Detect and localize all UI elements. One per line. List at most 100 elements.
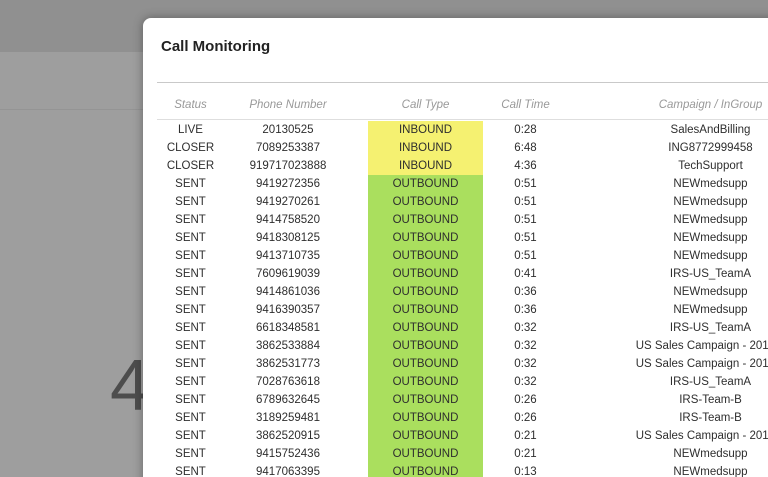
call-time-cell: 0:26 [514, 412, 537, 424]
call-time-cell: 0:32 [514, 358, 537, 370]
phone-number-cell: 3862531773 [256, 358, 320, 370]
table-row[interactable]: SENT 9419270261 OUTBOUND 0:51 NEWmedsupp [143, 193, 768, 211]
call-type-cell: OUTBOUND [368, 427, 483, 445]
column-header-call-type: Call Type [401, 99, 450, 111]
table-header-row: Status Phone Number Call Type Call Time … [143, 97, 768, 113]
modal-title: Call Monitoring [161, 38, 271, 55]
campaign-cell: US Sales Campaign - 2014-0 [635, 358, 768, 370]
table-row[interactable]: SENT 3189259481 OUTBOUND 0:26 IRS-Team-B [143, 409, 768, 427]
call-type-cell: OUTBOUND [368, 355, 483, 373]
status-cell: SENT [175, 304, 206, 316]
column-header-status: Status [174, 99, 207, 111]
call-type-cell: OUTBOUND [368, 337, 483, 355]
spacer-cell [568, 319, 588, 337]
title-divider [157, 82, 768, 83]
header-divider [157, 119, 768, 120]
table-row[interactable]: SENT 6618348581 OUTBOUND 0:32 IRS-US_TeamA [143, 319, 768, 337]
call-type-cell: OUTBOUND [368, 391, 483, 409]
table-rows: LIVE 20130525 INBOUND 0:28 SalesAndBilling CL… [143, 121, 768, 477]
table-row[interactable]: CLOSER 919717023888 INBOUND 4:36 TechSupport [143, 157, 768, 175]
spacer-cell [568, 265, 588, 283]
call-type-cell: OUTBOUND [368, 211, 483, 229]
call-monitoring-modal: Call Monitoring Status Phone Number Call… [143, 18, 768, 477]
spacer-cell [568, 463, 588, 477]
spacer-cell [338, 229, 368, 247]
campaign-cell: NEWmedsupp [673, 448, 748, 460]
spacer-cell [338, 301, 368, 319]
spacer-cell [568, 391, 588, 409]
campaign-cell: IRS-US_TeamA [669, 268, 752, 280]
status-cell: SENT [175, 232, 206, 244]
spacer-cell [338, 193, 368, 211]
call-type-cell: OUTBOUND [368, 193, 483, 211]
phone-number-cell: 9419272356 [256, 178, 320, 190]
spacer-cell [568, 193, 588, 211]
table-row[interactable]: SENT 9415752436 OUTBOUND 0:21 NEWmedsupp [143, 445, 768, 463]
table-row[interactable]: LIVE 20130525 INBOUND 0:28 SalesAndBilling [143, 121, 768, 139]
call-type-cell: OUTBOUND [368, 463, 483, 477]
column-header-phone-number: Phone Number [249, 99, 327, 111]
table-row[interactable]: SENT 9414861036 OUTBOUND 0:36 NEWmedsupp [143, 283, 768, 301]
campaign-cell: US Sales Campaign - 2014-0 [635, 430, 768, 442]
spacer-cell [568, 355, 588, 373]
call-type-cell: OUTBOUND [368, 229, 483, 247]
spacer-cell [338, 211, 368, 229]
spacer-cell [338, 265, 368, 283]
spacer-cell [338, 373, 368, 391]
call-time-cell: 0:51 [514, 250, 537, 262]
call-time-cell: 0:36 [514, 304, 537, 316]
table-row[interactable]: SENT 6789632645 OUTBOUND 0:26 IRS-Team-B [143, 391, 768, 409]
status-cell: SENT [175, 358, 206, 370]
phone-number-cell: 6618348581 [256, 322, 320, 334]
call-type-cell: OUTBOUND [368, 247, 483, 265]
status-cell: SENT [175, 430, 206, 442]
table-row[interactable]: SENT 3862531773 OUTBOUND 0:32 US Sales Campa… [143, 355, 768, 373]
table-row[interactable]: SENT 9416390357 OUTBOUND 0:36 NEWmedsupp [143, 301, 768, 319]
spacer-cell [568, 121, 588, 139]
campaign-cell: NEWmedsupp [673, 214, 748, 226]
table-row[interactable]: SENT 9413710735 OUTBOUND 0:51 NEWmedsupp [143, 247, 768, 265]
call-type-cell: OUTBOUND [368, 301, 483, 319]
table-row[interactable]: CLOSER 7089253387 INBOUND 6:48 ING8772999458 [143, 139, 768, 157]
phone-number-cell: 3862533884 [256, 340, 320, 352]
call-time-cell: 6:48 [514, 142, 537, 154]
table-row[interactable]: SENT 7028763618 OUTBOUND 0:32 IRS-US_TeamA [143, 373, 768, 391]
table-row[interactable]: SENT 7609619039 OUTBOUND 0:41 IRS-US_TeamA [143, 265, 768, 283]
status-cell: SENT [175, 448, 206, 460]
status-cell: SENT [175, 250, 206, 262]
table-row[interactable]: SENT 3862520915 OUTBOUND 0:21 US Sales Campa… [143, 427, 768, 445]
campaign-cell: NEWmedsupp [673, 466, 748, 477]
table-row[interactable]: SENT 9418308125 OUTBOUND 0:51 NEWmedsupp [143, 229, 768, 247]
campaign-cell: NEWmedsupp [673, 250, 748, 262]
status-cell: SENT [175, 322, 206, 334]
call-time-cell: 0:41 [514, 268, 537, 280]
spacer-cell [338, 463, 368, 477]
spacer-cell [338, 391, 368, 409]
phone-number-cell: 9415752436 [256, 448, 320, 460]
spacer-cell [338, 157, 368, 175]
table-row[interactable]: SENT 3862533884 OUTBOUND 0:32 US Sales Campa… [143, 337, 768, 355]
call-time-cell: 0:21 [514, 448, 537, 460]
phone-number-cell: 7028763618 [256, 376, 320, 388]
campaign-cell: IRS-Team-B [679, 412, 742, 424]
campaign-cell: IRS-Team-B [679, 394, 742, 406]
call-time-cell: 4:36 [514, 160, 537, 172]
spacer-cell [568, 157, 588, 175]
campaign-cell: NEWmedsupp [673, 286, 748, 298]
status-cell: CLOSER [166, 160, 215, 172]
table-row[interactable]: SENT 9419272356 OUTBOUND 0:51 NEWmedsupp [143, 175, 768, 193]
table-row[interactable]: SENT 9417063395 OUTBOUND 0:13 NEWmedsupp [143, 463, 768, 477]
status-cell: SENT [175, 466, 206, 477]
column-header-campaign-ingroup: Campaign / InGroup [658, 99, 763, 111]
table-row[interactable]: SENT 9414758520 OUTBOUND 0:51 NEWmedsupp [143, 211, 768, 229]
campaign-cell: SalesAndBilling [670, 124, 751, 136]
status-cell: CLOSER [166, 142, 215, 154]
phone-number-cell: 3189259481 [256, 412, 320, 424]
phone-number-cell: 9413710735 [256, 250, 320, 262]
status-cell: SENT [175, 214, 206, 226]
spacer-cell [568, 445, 588, 463]
campaign-cell: NEWmedsupp [673, 178, 748, 190]
spacer-cell [568, 337, 588, 355]
status-cell: SENT [175, 340, 206, 352]
call-time-cell: 0:21 [514, 430, 537, 442]
